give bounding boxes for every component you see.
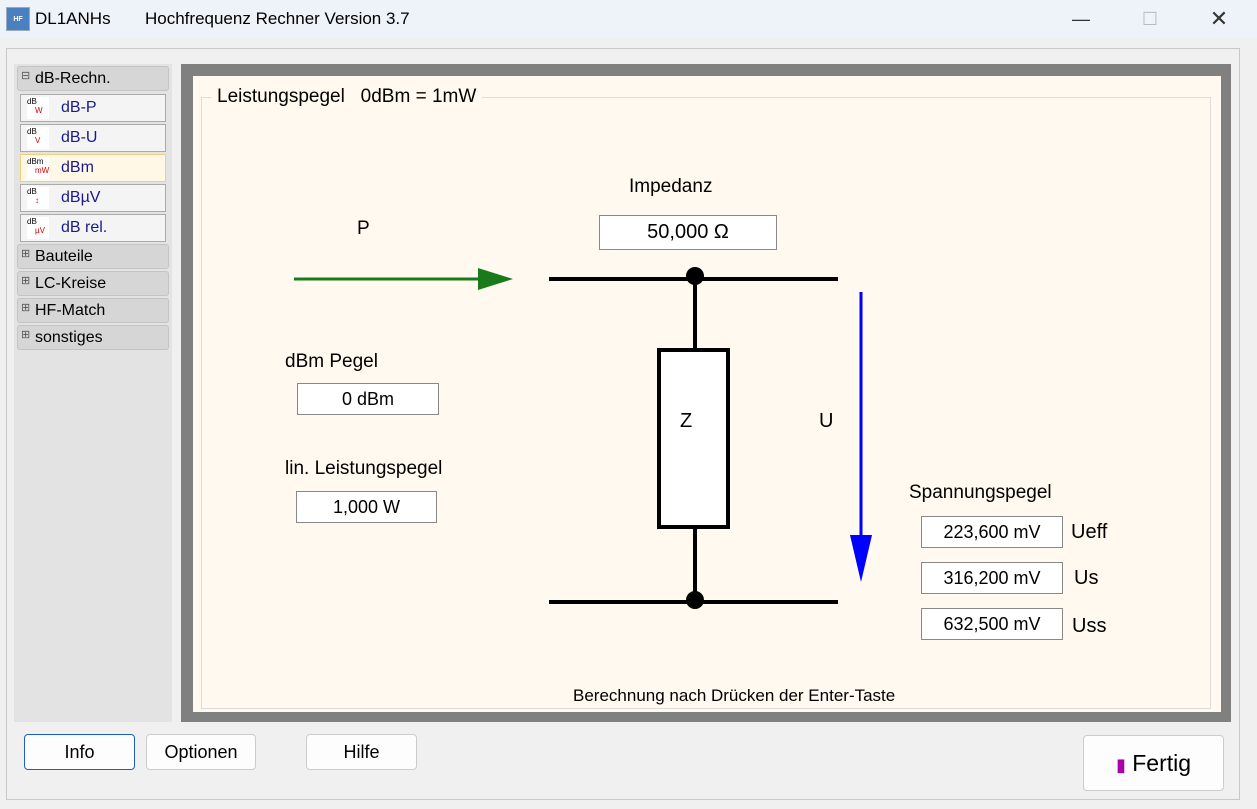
p-label: P [357, 218, 370, 239]
u-label: U [819, 410, 834, 432]
impedance-input[interactable]: 50,000 Ω [599, 215, 777, 250]
us-label: Us [1074, 567, 1099, 589]
lin-power-input[interactable]: 1,000 W [296, 491, 437, 523]
options-button[interactable]: Optionen [146, 734, 256, 770]
done-label: Fertig [1132, 750, 1192, 776]
help-button[interactable]: Hilfe [306, 734, 417, 770]
done-button[interactable]: ▮ Fertig [1083, 735, 1224, 791]
info-button[interactable]: Info [24, 734, 135, 770]
uss-input[interactable]: 632,500 mV [921, 608, 1063, 640]
exit-door-icon: ▮ [1115, 755, 1126, 775]
us-input[interactable]: 316,200 mV [921, 562, 1063, 594]
impedance-label: Impedanz [629, 176, 713, 197]
voltage-arrow [850, 292, 872, 582]
hint-text: Berechnung nach Drücken der Enter-Taste [573, 686, 896, 705]
lin-power-label: lin. Leistungspegel [285, 458, 443, 479]
dbm-label: dBm Pegel [285, 351, 378, 372]
power-arrow [294, 268, 513, 290]
node-bottom [686, 591, 704, 609]
impedance-box [657, 348, 730, 529]
uss-label: Uss [1072, 615, 1107, 637]
z-label: Z [680, 410, 693, 432]
dbm-input[interactable]: 0 dBm [297, 383, 439, 415]
ueff-label: Ueff [1071, 521, 1108, 543]
voltage-label: Spannungspegel [909, 482, 1052, 503]
node-top [686, 267, 704, 285]
ueff-input[interactable]: 223,600 mV [921, 516, 1063, 548]
